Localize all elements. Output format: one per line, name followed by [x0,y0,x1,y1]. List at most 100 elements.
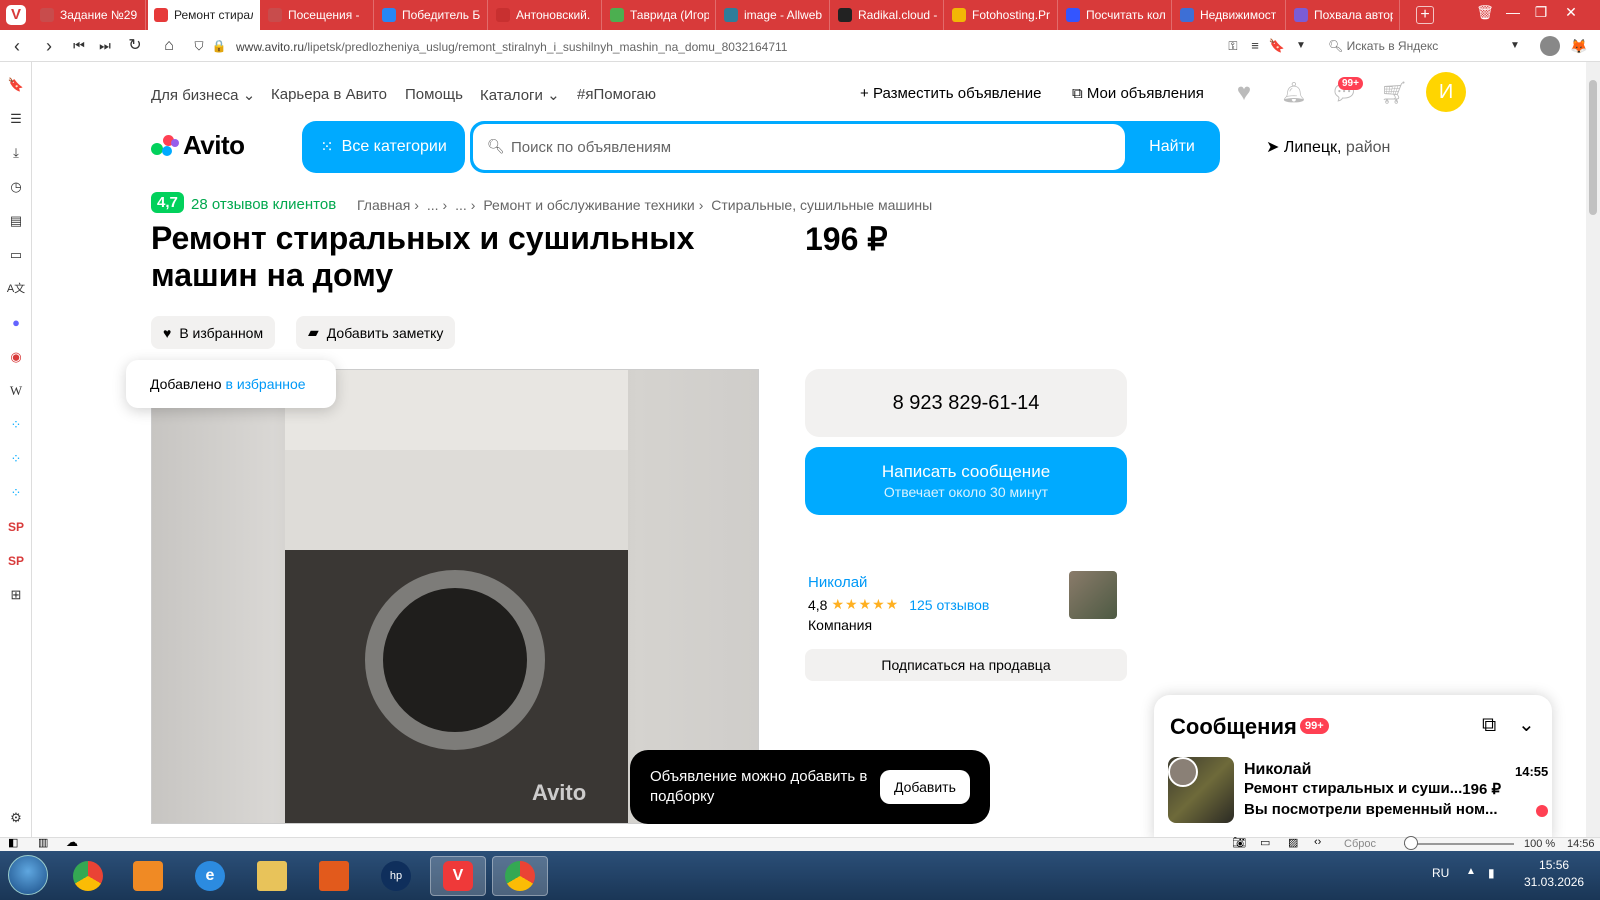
breadcrumb-ellipsis[interactable]: ... [455,197,467,213]
taskbar-clock[interactable]: 15:56 31.03.2026 [1524,857,1584,891]
browser-tab[interactable]: Недвижимост [1174,0,1286,30]
user-avatar[interactable]: И [1426,72,1466,112]
ie-taskbar-app[interactable]: e [182,856,238,896]
sp-panel-icon[interactable]: SP [6,517,26,537]
trash-icon[interactable]: 🗑 [1474,4,1496,21]
seller-reviews-link[interactable]: 125 отзывов [909,597,989,613]
zoom-slider[interactable] [1404,843,1514,845]
avito-panel-icon[interactable]: ⁘ [6,415,26,435]
explorer-taskbar-app[interactable] [244,856,300,896]
add-to-collection-button[interactable]: Добавить [880,770,970,804]
nav-help[interactable]: Помощь [405,86,463,103]
fastforward-icon[interactable]: ⏭ [94,35,116,57]
tray-up-icon[interactable]: ▲ [1466,866,1476,877]
browser-tab[interactable]: image - Allweb [718,0,830,30]
zoom-slider-knob[interactable] [1404,836,1418,850]
search-engine-dropdown-icon[interactable]: ▼ [1504,35,1526,57]
code-icon[interactable]: ‹› [1314,836,1321,848]
chat-preview[interactable]: Вы посмотрели временный ном... [1244,801,1500,818]
favorites-link[interactable]: в избранное [226,376,306,392]
screenshot-icon[interactable]: 📷︎ [1232,836,1246,849]
browser-tab[interactable]: Radikal.cloud - [832,0,944,30]
back-icon[interactable]: ‹ [6,35,28,57]
nav-career[interactable]: Карьера в Авито [271,86,387,103]
downloads-icon[interactable]: ⤓ [6,143,26,163]
window-icon[interactable]: ▭ [1260,836,1270,849]
avito-logo[interactable]: Avito [151,130,245,161]
translate-icon[interactable]: A文 [6,279,26,299]
browser-tab[interactable]: Ремонт стирал [148,0,260,30]
shield-icon[interactable]: ⛉ [188,35,210,57]
start-button[interactable] [8,855,48,895]
scrollbar-thumb[interactable] [1589,80,1597,215]
browser-tab[interactable]: Победитель Б [376,0,488,30]
post-ad-link[interactable]: + Разместить объявление [860,85,1041,102]
hp-taskbar-app[interactable]: hp [368,856,424,896]
breadcrumb-repair[interactable]: Ремонт и обслуживание техники [483,197,694,213]
vivaldi-menu-icon[interactable]: V [6,5,26,25]
profile-avatar-icon[interactable] [1540,36,1560,56]
notifications-bell-icon[interactable]: 🔔︎ [1280,80,1308,106]
add-panel-icon[interactable]: ⊞ [6,585,26,605]
bookmarks-panel-icon[interactable]: 🔖 [6,75,26,95]
rewind-icon[interactable]: ⏮ [68,35,90,57]
collapse-chevron-icon[interactable]: ⌄ [1518,712,1535,737]
breadcrumb-washing-machines[interactable]: Стиральные, сушильные машины [711,197,932,213]
tiling-icon[interactable]: ▥ [38,836,48,849]
sync-cloud-icon[interactable]: ☁ [66,835,78,849]
chrome-profile-taskbar-app[interactable] [492,856,548,896]
browser-tab[interactable]: Антоновский. [490,0,602,30]
zoom-reset[interactable]: Сброс [1344,838,1376,850]
browser-tab[interactable]: Таврида (Игор [604,0,716,30]
nav-catalogs[interactable]: Каталоги ⌄ [480,86,560,104]
signal-icon[interactable]: ▮ [1488,866,1495,880]
media-player-taskbar-app[interactable] [120,856,176,896]
favorites-heart-icon[interactable]: ♥ [1230,80,1258,106]
notes-icon[interactable]: ▤ [6,211,26,231]
cart-icon[interactable]: 🛒︎ [1380,80,1408,106]
minimize-icon[interactable]: — [1502,4,1524,20]
vivaldi-icon[interactable]: ◉ [6,347,26,367]
chrome-taskbar-app[interactable] [60,856,116,896]
seller-avatar[interactable] [1069,571,1117,619]
location-selector[interactable]: ➤ Липецк, район [1266,137,1390,157]
mastodon-icon[interactable]: ● [6,313,26,333]
language-indicator[interactable]: RU [1432,866,1449,880]
reload-icon[interactable]: ↻ [124,35,146,57]
history-icon[interactable]: ◷ [6,177,26,197]
sp-panel-icon[interactable]: SP [6,551,26,571]
breadcrumb-home[interactable]: Главная [357,197,410,213]
breadcrumb-ellipsis[interactable]: ... [427,197,439,213]
panel-toggle-icon[interactable]: ◧ [8,836,18,849]
key-icon[interactable]: ⚿ [1222,35,1244,57]
vivaldi-taskbar-app[interactable]: V [430,856,486,896]
avito-panel-icon[interactable]: ⁘ [6,483,26,503]
subscribe-seller-button[interactable]: Подписаться на продавца [805,649,1127,681]
browser-tab[interactable]: Похвала автор [1288,0,1400,30]
open-external-icon[interactable]: ⧉ [1482,714,1496,737]
image-icon[interactable]: ▨ [1288,836,1298,849]
chat-sender-name[interactable]: Николай [1244,761,1311,779]
bookmark-icon[interactable]: 🔖 [1266,35,1288,57]
my-ads-link[interactable]: ⧉ Мои объявления [1072,85,1204,102]
forward-icon[interactable]: › [38,35,60,57]
restore-icon[interactable]: ❐ [1530,4,1552,21]
browser-tab[interactable]: Fotohosting.Pr [946,0,1058,30]
nav-ya-pomogayu[interactable]: #яПомогаю [577,86,656,103]
write-message-button[interactable]: Написать сообщение Отвечает около 30 мин… [805,447,1127,515]
phone-number-button[interactable]: 8 923 829-61-14 [805,369,1127,437]
search-input[interactable] [473,124,1125,170]
wikipedia-icon[interactable]: W [6,381,26,401]
seller-name-link[interactable]: Николай [808,574,867,591]
home-icon[interactable]: ⌂ [158,35,180,57]
office-taskbar-app[interactable] [306,856,362,896]
browser-tab[interactable]: Посещения - [262,0,374,30]
customer-reviews-link[interactable]: 28 отзывов клиентов [191,196,336,213]
window-panel-icon[interactable]: ▭ [6,245,26,265]
yandex-search-field[interactable]: 🔍︎ Искать в Яндекс [1328,39,1438,53]
nav-business[interactable]: Для бизнеса ⌄ [151,86,255,104]
browser-tab[interactable]: Посчитать кол [1060,0,1172,30]
close-window-icon[interactable]: ✕ [1560,4,1582,21]
reader-icon[interactable]: ≡ [1244,35,1266,57]
settings-gear-icon[interactable]: ⚙ [6,808,26,828]
